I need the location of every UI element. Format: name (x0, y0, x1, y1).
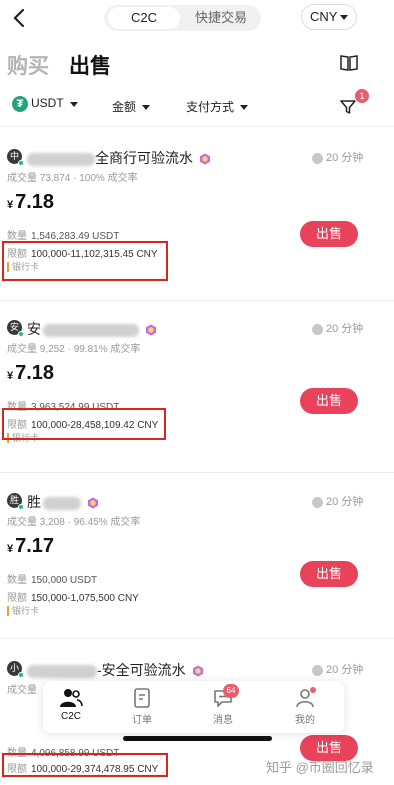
verified-gem-icon (192, 665, 203, 677)
highlight-box (2, 753, 168, 777)
available-quantity: 数量 1,546,283.49 USDT (7, 231, 120, 242)
currency-label: CNY (310, 9, 338, 24)
nav-c2c-label: C2C (60, 711, 81, 722)
payment-filter-label: 支付方式 (186, 100, 235, 114)
avatar: 中 (7, 149, 24, 166)
messages-badge: 64 (223, 684, 239, 698)
blurred-name (27, 152, 95, 166)
top-bar: C2C 快捷交易 CNY (0, 0, 394, 36)
orders-icon (134, 688, 150, 708)
trade-stats: 成交量 9,252 · 99.81% 成交率 (7, 344, 141, 355)
chevron-down-icon (69, 101, 78, 107)
trade-stats: 成交量 (7, 685, 37, 696)
trade-stats: 成交量 3,208 · 96.45% 成交率 (7, 517, 141, 528)
sell-button[interactable]: 出售 (300, 561, 358, 587)
nav-me[interactable]: 我的 (281, 687, 329, 726)
usdt-icon: ₮ (12, 96, 28, 112)
avatar: 安 (7, 320, 24, 337)
verified-gem-icon (88, 497, 98, 509)
price: ¥7.18 (7, 191, 55, 213)
payment-method: 银行卡 (7, 606, 39, 616)
filter-funnel-icon[interactable] (339, 98, 357, 116)
merchant-name[interactable]: -安全可验流水 (27, 660, 204, 680)
users-icon (60, 689, 83, 707)
home-indicator[interactable] (123, 736, 272, 741)
verified-gem-icon (200, 153, 210, 165)
blurred-name (43, 496, 81, 510)
payment-window: 20 分钟 (312, 493, 363, 509)
limit-range: 限额 150,000-1,075,500 CNY (7, 593, 139, 604)
price: ¥7.18 (7, 362, 55, 384)
clock-icon (312, 152, 323, 164)
watermark: 知乎 @币圈回忆录 (266, 760, 374, 775)
divider (0, 472, 394, 473)
chevron-down-icon (142, 105, 151, 111)
filter-count-badge: 1 (355, 89, 369, 103)
amount-filter-label: 金额 (112, 100, 137, 114)
merchant-name[interactable]: 安 (27, 319, 157, 339)
blurred-name (43, 323, 139, 337)
sell-button[interactable]: 出售 (300, 388, 358, 414)
nav-me-label: 我的 (295, 715, 315, 726)
coin-filter[interactable]: ₮ USDT (12, 96, 78, 116)
filter-bar: ₮ USDT 金额 支付方式 (0, 94, 394, 118)
price: ¥7.17 (7, 535, 55, 557)
divider (0, 126, 394, 127)
trade-stats: 成交量 73,874 · 100% 成交率 (7, 173, 138, 184)
online-dot (18, 672, 24, 678)
divider (0, 300, 394, 301)
payment-window: 20 分钟 (312, 320, 363, 336)
chevron-down-icon (240, 105, 249, 111)
tab-sell[interactable]: 出售 (69, 50, 111, 80)
amount-filter[interactable]: 金额 (112, 98, 151, 115)
highlight-box (2, 408, 166, 440)
payment-window: 20 分钟 (312, 149, 363, 165)
merchant-name[interactable]: 全商行可验流水 (27, 148, 211, 168)
online-dot (18, 331, 24, 337)
online-dot (18, 160, 24, 166)
clock-icon (312, 496, 323, 508)
merchant-name[interactable]: 胜 (27, 492, 99, 512)
nav-messages-label: 消息 (213, 715, 233, 726)
highlight-box (2, 241, 168, 281)
divider (0, 638, 394, 639)
bottom-nav: C2C 订单 消息 64 我的 (43, 681, 344, 733)
market-segmented-control: C2C 快捷交易 (104, 5, 261, 31)
coin-filter-label: USDT (31, 96, 64, 111)
sell-button[interactable]: 出售 (300, 221, 358, 247)
clock-icon (312, 664, 323, 676)
payment-filter[interactable]: 支付方式 (186, 98, 249, 115)
nav-orders-label: 订单 (132, 715, 152, 726)
chevron-down-icon (340, 15, 348, 20)
available-quantity: 数量 150,000 USDT (7, 575, 98, 586)
nav-orders[interactable]: 订单 (118, 687, 166, 726)
nav-c2c[interactable]: C2C (47, 687, 95, 722)
blurred-name (27, 664, 97, 678)
clock-icon (312, 323, 323, 335)
book-icon[interactable] (339, 53, 359, 73)
tab-c2c[interactable]: C2C (108, 7, 180, 29)
back-arrow-icon[interactable] (8, 6, 32, 30)
avatar: 小 (7, 661, 24, 678)
avatar: 胜 (7, 493, 24, 510)
currency-selector[interactable]: CNY (301, 4, 357, 30)
notification-dot (310, 687, 316, 693)
online-dot (18, 504, 24, 510)
tab-quick-trade[interactable]: 快捷交易 (184, 7, 258, 29)
tab-buy[interactable]: 购买 (7, 50, 49, 80)
payment-window: 20 分钟 (312, 661, 363, 677)
verified-gem-icon (146, 324, 156, 336)
